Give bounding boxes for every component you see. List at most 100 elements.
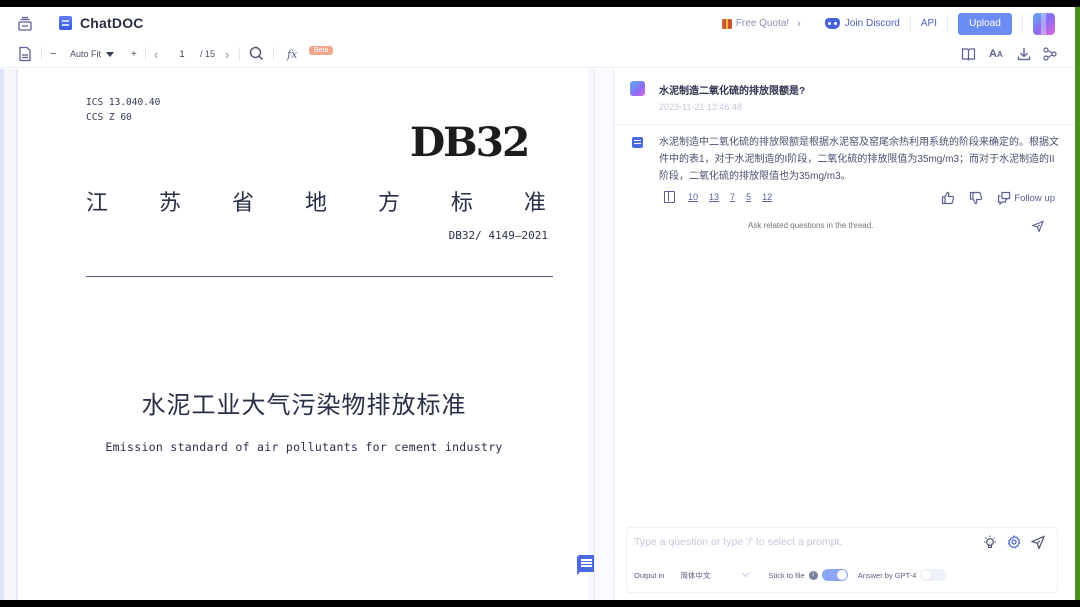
- zoom-out-button[interactable]: −: [50, 40, 56, 68]
- db32-logo: DB32: [409, 119, 531, 166]
- join-discord-label: Join Discord: [844, 18, 900, 29]
- api-link[interactable]: API: [921, 18, 937, 29]
- free-quota-label: Free Quota!: [735, 18, 790, 29]
- page-ref-link[interactable]: 12: [762, 192, 772, 202]
- ics-code: ICS 13.040.40: [86, 97, 161, 108]
- output-language-select[interactable]: 简体中文: [674, 566, 754, 584]
- beta-badge: Beta: [309, 45, 334, 55]
- top-header: ChatDOC Free Quota! › Join Discord API U…: [0, 7, 1075, 40]
- chevron-right-icon: ›: [797, 17, 801, 30]
- title-char: 方: [377, 190, 400, 215]
- title-char: 地: [304, 190, 327, 215]
- screen-frame-top: [0, 0, 1080, 7]
- document-viewer[interactable]: ICS 13.040.40 CCS Z 60 DB32 江 苏 省 地 方 标 …: [4, 69, 594, 600]
- toolbar-divider: [273, 47, 274, 61]
- zoom-mode-label: Auto Fit: [70, 49, 102, 59]
- upload-button[interactable]: Upload: [958, 12, 1012, 35]
- share-icon[interactable]: [1043, 47, 1057, 61]
- answer-actions: Follow up: [941, 191, 1055, 205]
- title-char: 苏: [158, 190, 181, 215]
- reference-book-icon[interactable]: [664, 191, 675, 203]
- toolbar-divider: [41, 47, 42, 61]
- composer-options: Output in 简体中文 Stick to file i Answer by…: [634, 566, 947, 584]
- download-icon[interactable]: [1017, 47, 1031, 61]
- screen-frame-right: [1075, 7, 1080, 600]
- province-standard-title: 江 苏 省 地 方 标 准: [86, 185, 546, 217]
- free-quota-link[interactable]: Free Quota! ›: [721, 17, 801, 30]
- stick-to-file-label: Stick to file: [768, 570, 805, 580]
- chat-panel: 水泥制造二氧化硫的排放限额是? 2023-11-21 13:46:48 水泥制造…: [614, 69, 1075, 600]
- stick-to-file-toggle[interactable]: [821, 569, 848, 581]
- beta-badge-wrap: Beta: [309, 36, 334, 64]
- horizontal-rule: [86, 276, 553, 277]
- zoom-mode-select[interactable]: Auto Fit: [70, 40, 115, 68]
- standard-number: DB32/ 4149—2021: [448, 229, 548, 242]
- document-title-en: Emission standard of air pollutants for …: [105, 440, 503, 454]
- title-char: 标: [450, 190, 473, 215]
- current-page-input[interactable]: [168, 46, 196, 62]
- screen-frame-bottom: [0, 600, 1080, 607]
- question-timestamp: 2023-11-21 13:46:48: [659, 102, 742, 112]
- caret-down-icon: [106, 51, 115, 57]
- user-avatar[interactable]: [1033, 12, 1055, 35]
- thread-question-input[interactable]: [748, 221, 998, 230]
- answer-text: 水泥制造中二氧化硫的排放限额是根据水泥窑及窑尾余热利用系统的阶段来确定的。根据文…: [659, 137, 1059, 182]
- document-page: ICS 13.040.40 CCS Z 60 DB32 江 苏 省 地 方 标 …: [16, 69, 588, 600]
- info-icon[interactable]: i: [808, 570, 818, 580]
- document-toolbar: − Auto Fit + ‹ / 15 › fx Beta AA: [0, 40, 1075, 68]
- composer-actions: [983, 535, 1045, 549]
- answer-by-gpt4-label: Answer by GPT-4: [857, 570, 917, 580]
- divider: [1022, 16, 1023, 31]
- question-block: 水泥制造二氧化硫的排放限额是? 2023-11-21 13:46:48: [614, 69, 1075, 125]
- pane-resize-handle[interactable]: [594, 69, 614, 600]
- lightbulb-icon[interactable]: [983, 535, 997, 549]
- formula-button[interactable]: fx: [287, 40, 297, 68]
- app-name: ChatDOC: [80, 15, 144, 31]
- next-page-button[interactable]: ›: [225, 40, 229, 68]
- thumbs-down-icon[interactable]: [969, 191, 983, 205]
- chatdoc-logo-icon: [59, 16, 72, 30]
- page-ref-link[interactable]: 7: [730, 192, 735, 202]
- thumbs-up-icon[interactable]: [941, 191, 955, 205]
- chatdoc-app: ChatDOC Free Quota! › Join Discord API U…: [0, 7, 1075, 600]
- title-char: 江: [86, 190, 109, 215]
- assistant-icon: [632, 137, 643, 148]
- logo[interactable]: ChatDOC: [59, 15, 144, 31]
- send-icon[interactable]: [1032, 220, 1044, 232]
- question-text: 水泥制造二氧化硫的排放限额是?: [659, 86, 806, 97]
- file-list-icon[interactable]: [17, 16, 33, 32]
- settings-gear-icon[interactable]: [1007, 535, 1021, 549]
- follow-up-button[interactable]: Follow up: [997, 191, 1055, 205]
- answer-by-gpt4-toggle[interactable]: [920, 569, 947, 581]
- font-size-icon[interactable]: AA: [989, 40, 1003, 68]
- page-references: 10 13 7 5 12: [664, 191, 772, 203]
- divider: [909, 16, 911, 31]
- total-pages: / 15: [200, 49, 216, 59]
- title-char: 准: [523, 190, 546, 215]
- toolbar-divider: [145, 47, 146, 61]
- toggle-knob: [836, 570, 847, 580]
- page-ref-link[interactable]: 10: [688, 192, 698, 202]
- output-language-value: 简体中文: [680, 570, 711, 580]
- question-input[interactable]: [634, 536, 954, 548]
- question-composer: Output in 简体中文 Stick to file i Answer by…: [626, 527, 1058, 593]
- page-navigator: / 15: [168, 40, 215, 68]
- user-avatar-icon: [630, 81, 645, 96]
- page-ref-link[interactable]: 5: [746, 192, 751, 202]
- book-icon[interactable]: [961, 47, 976, 61]
- prev-page-button[interactable]: ‹: [154, 40, 158, 68]
- follow-up-label: Follow up: [1014, 192, 1055, 204]
- title-char: 省: [231, 190, 254, 215]
- follow-up-icon: [998, 191, 1011, 205]
- page-ref-link[interactable]: 13: [709, 192, 719, 202]
- zoom-in-button[interactable]: +: [131, 40, 137, 68]
- search-icon[interactable]: [249, 46, 264, 61]
- header-actions: Free Quota! › Join Discord API Upload: [721, 7, 1075, 40]
- output-in-label: Output in: [634, 570, 665, 580]
- join-discord-link[interactable]: Join Discord: [824, 18, 900, 29]
- send-icon[interactable]: [1031, 535, 1045, 549]
- document-outline-icon[interactable]: [18, 46, 32, 62]
- gift-icon: [721, 18, 732, 29]
- discord-icon: [824, 18, 840, 29]
- toggle-knob: [921, 570, 932, 580]
